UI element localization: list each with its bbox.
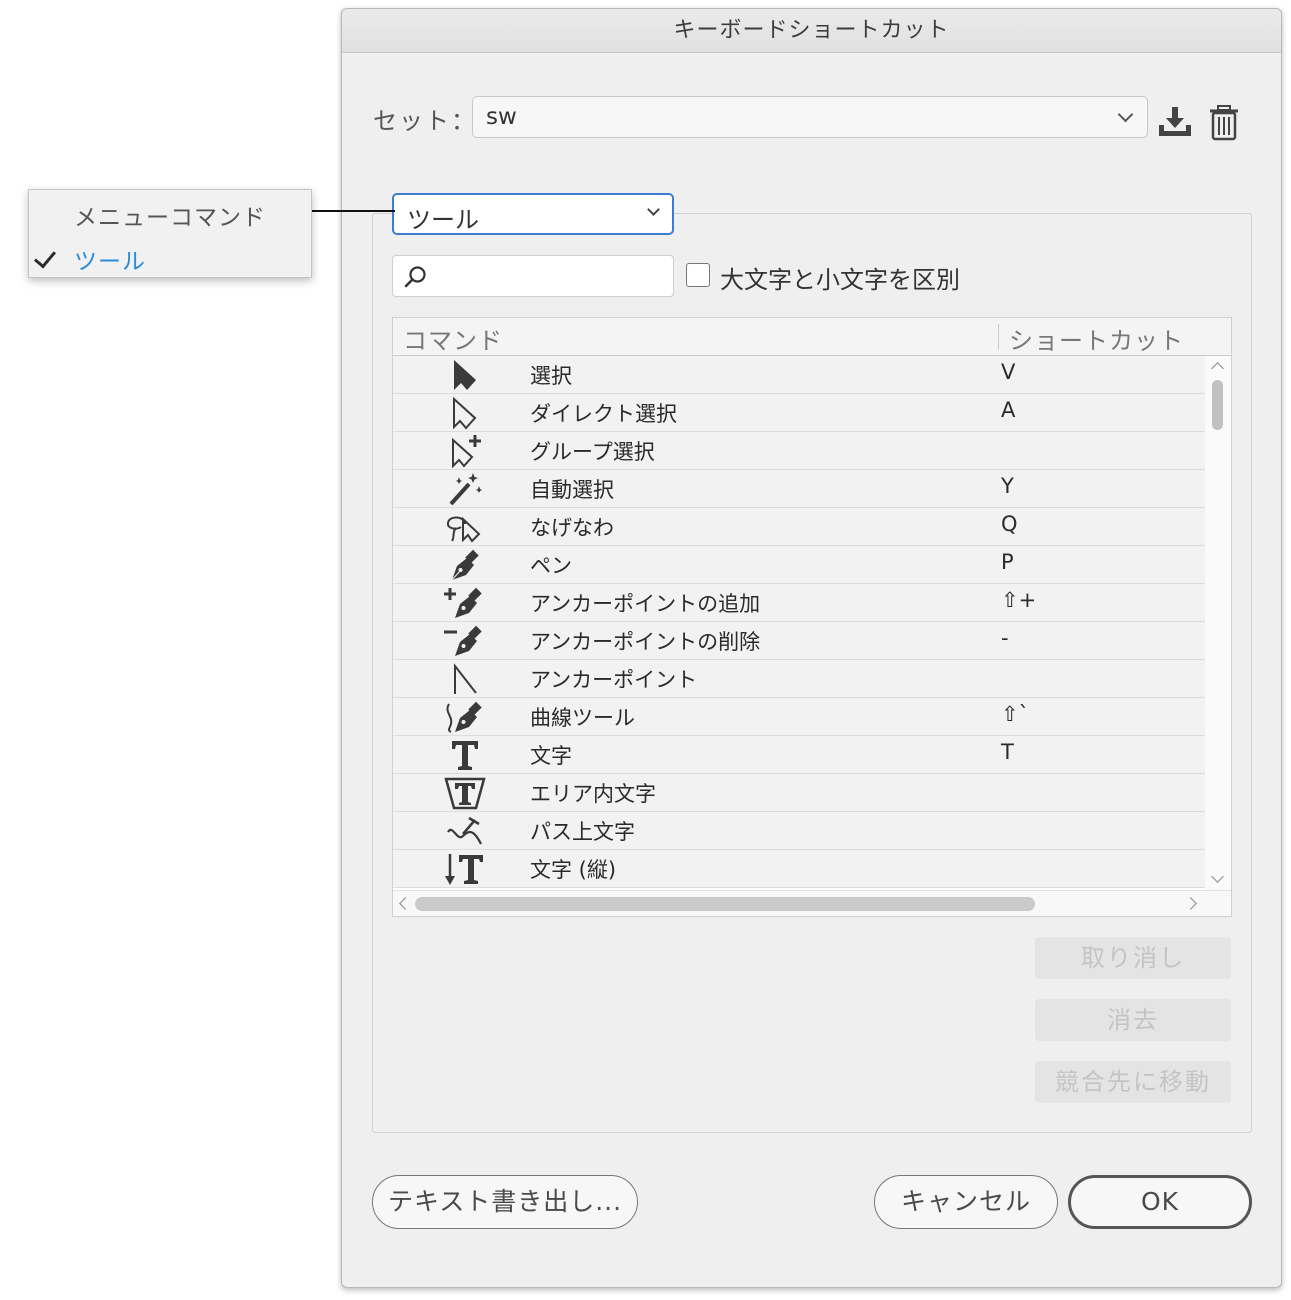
shortcut-key: Q (1001, 512, 1018, 536)
magic-wand-icon (449, 473, 482, 506)
shortcut-key: - (1001, 626, 1009, 650)
column-header-command[interactable]: コマンド (403, 321, 503, 356)
table-row[interactable]: 曲線ツール ⇧` (393, 698, 1205, 736)
add-anchor-point-icon (444, 587, 482, 618)
column-header-shortcut[interactable]: ショートカット (1009, 321, 1184, 356)
menu-item-tools[interactable]: ツール (74, 242, 146, 276)
shortcut-key: ⇧+ (1001, 588, 1037, 612)
shortcut-key: P (1001, 550, 1014, 574)
shortcut-key: T (1001, 740, 1014, 764)
menu-item-menu-commands[interactable]: メニューコマンド (74, 198, 266, 232)
scroll-up-icon[interactable] (1211, 362, 1224, 375)
command-name: グループ選択 (530, 440, 655, 464)
shortcuts-table: コマンド ショートカット 選択 V ダイレクト選択 A グループ選択 自動選択 … (392, 317, 1232, 917)
vertical-type-icon (445, 854, 483, 885)
keyboard-shortcuts-dialog: キーボードショートカット セット： sw ツール 大文字と小文字を区別 コマンド… (341, 8, 1282, 1288)
table-header: コマンド ショートカット (393, 318, 1231, 356)
go-to-conflict-button[interactable]: 競合先に移動 (1035, 1061, 1231, 1103)
table-row[interactable]: なげなわ Q (393, 508, 1205, 546)
table-row[interactable]: 自動選択 Y (393, 470, 1205, 508)
command-name: なげなわ (530, 516, 614, 540)
lasso-icon (446, 516, 481, 543)
ok-button[interactable]: OK (1068, 1175, 1252, 1229)
table-row[interactable]: パス上文字 (393, 812, 1205, 850)
vertical-scroll-thumb[interactable] (1212, 380, 1223, 430)
undo-button[interactable]: 取り消し (1035, 937, 1231, 979)
clear-button[interactable]: 消去 (1035, 999, 1231, 1041)
dialog-title: キーボードショートカット (342, 9, 1281, 53)
table-row[interactable]: ペン P (393, 546, 1205, 584)
table-body: 選択 V ダイレクト選択 A グループ選択 自動選択 Y なげなわ Q ペン P… (393, 356, 1205, 890)
table-row[interactable]: アンカーポイント (393, 660, 1205, 698)
save-set-button[interactable] (1155, 103, 1195, 143)
shortcut-key: A (1001, 398, 1016, 422)
trash-icon (1210, 105, 1238, 141)
type-on-path-icon (447, 816, 482, 845)
group-selection-icon (452, 435, 481, 468)
export-text-button[interactable]: テキスト書き出し... (372, 1175, 638, 1229)
type-icon (452, 741, 478, 770)
horizontal-scroll-thumb[interactable] (415, 897, 1035, 911)
command-name: アンカーポイントの削除 (530, 630, 761, 654)
search-icon (404, 266, 426, 288)
case-sensitive-label: 大文字と小文字を区別 (720, 266, 960, 294)
anchor-point-icon (454, 663, 477, 694)
command-name: 曲線ツール (530, 706, 635, 730)
table-row[interactable]: ダイレクト選択 A (393, 394, 1205, 432)
delete-set-button[interactable] (1204, 103, 1244, 143)
direct-selection-icon (453, 396, 477, 430)
cancel-button[interactable]: キャンセル (874, 1175, 1058, 1229)
column-divider (998, 324, 999, 350)
shortcut-key: Y (1001, 474, 1014, 498)
scroll-right-icon[interactable] (1184, 897, 1197, 910)
chevron-down-icon (1117, 106, 1134, 123)
set-label: セット： (373, 107, 477, 135)
vertical-scrollbar[interactable] (1205, 356, 1231, 890)
command-name: アンカーポイント (530, 668, 698, 692)
search-input[interactable] (433, 262, 663, 290)
scroll-left-icon[interactable] (399, 897, 412, 910)
command-name: ダイレクト選択 (530, 402, 677, 426)
set-select[interactable]: sw (472, 96, 1148, 138)
save-icon (1159, 107, 1191, 136)
command-name: エリア内文字 (530, 782, 656, 806)
shortcut-key: ⇧` (1001, 702, 1030, 726)
command-name: パス上文字 (530, 820, 635, 844)
category-select-value: ツール (407, 206, 479, 234)
command-name: ペン (530, 554, 572, 578)
category-dropdown-menu: メニューコマンド ツール (28, 189, 312, 278)
horizontal-scrollbar[interactable] (393, 890, 1231, 916)
case-sensitive-checkbox[interactable] (686, 263, 710, 287)
delete-anchor-point-icon (444, 625, 482, 656)
table-row[interactable]: 文字 T (393, 736, 1205, 774)
command-name: 選択 (530, 364, 572, 388)
table-row[interactable]: エリア内文字 (393, 774, 1205, 812)
curvature-icon (446, 701, 482, 733)
command-name: 文字 (530, 744, 572, 768)
pen-icon (451, 549, 479, 581)
category-select[interactable]: ツール (392, 193, 674, 235)
area-type-icon (444, 777, 486, 810)
table-row[interactable]: グループ選択 (393, 432, 1205, 470)
table-row[interactable]: アンカーポイントの追加 ⇧+ (393, 584, 1205, 622)
checkmark-icon (33, 245, 57, 269)
chevron-down-icon (647, 203, 660, 216)
scroll-down-icon[interactable] (1211, 870, 1224, 883)
selection-arrow-icon (454, 360, 476, 390)
command-name: アンカーポイントの追加 (530, 592, 761, 616)
shortcut-key: V (1001, 360, 1016, 384)
search-field[interactable] (392, 255, 674, 297)
command-name: 自動選択 (530, 478, 614, 502)
table-row[interactable]: アンカーポイントの削除 - (393, 622, 1205, 660)
set-select-value: sw (486, 104, 517, 130)
command-name: 文字 (縦) (530, 858, 617, 882)
table-row[interactable]: 選択 V (393, 356, 1205, 394)
table-row[interactable]: 文字 (縦) (393, 850, 1205, 888)
